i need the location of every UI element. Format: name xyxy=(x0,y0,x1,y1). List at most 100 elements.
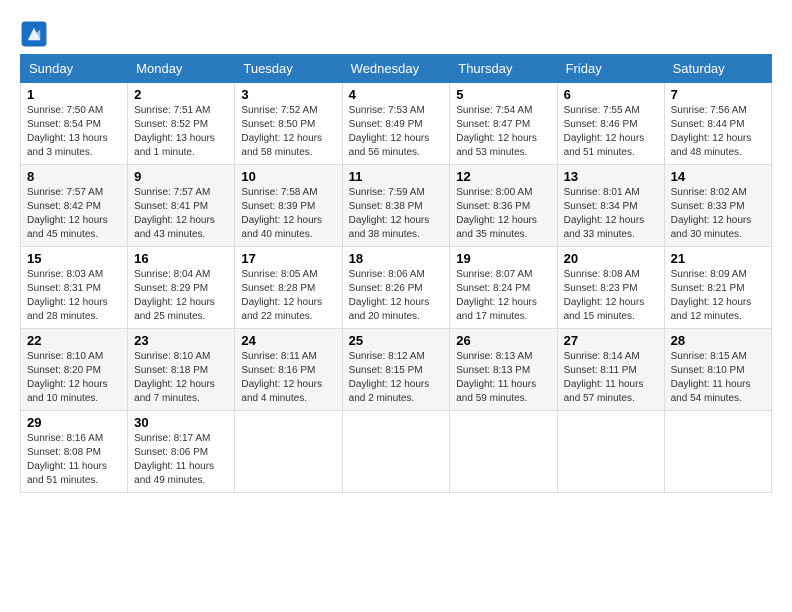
calendar-body: 1 Sunrise: 7:50 AMSunset: 8:54 PMDaylight… xyxy=(21,83,772,493)
day-number: 29 xyxy=(27,415,121,430)
day-cell: 16 Sunrise: 8:04 AMSunset: 8:29 PMDayligh… xyxy=(128,247,235,329)
day-number: 21 xyxy=(671,251,765,266)
weekday-header: Monday xyxy=(128,55,235,83)
day-detail: Sunrise: 7:51 AMSunset: 8:52 PMDaylight:… xyxy=(134,105,215,158)
day-detail: Sunrise: 8:02 AMSunset: 8:33 PMDaylight:… xyxy=(671,187,752,240)
day-cell: 28 Sunrise: 8:15 AMSunset: 8:10 PMDayligh… xyxy=(664,329,771,411)
day-detail: Sunrise: 7:59 AMSunset: 8:38 PMDaylight:… xyxy=(349,187,430,240)
day-cell: 24 Sunrise: 8:11 AMSunset: 8:16 PMDayligh… xyxy=(235,329,342,411)
day-detail: Sunrise: 8:12 AMSunset: 8:15 PMDaylight:… xyxy=(349,351,430,404)
day-detail: Sunrise: 8:04 AMSunset: 8:29 PMDaylight:… xyxy=(134,269,215,322)
day-number: 5 xyxy=(456,87,550,102)
day-number: 6 xyxy=(564,87,658,102)
day-detail: Sunrise: 7:55 AMSunset: 8:46 PMDaylight:… xyxy=(564,105,645,158)
day-detail: Sunrise: 7:53 AMSunset: 8:49 PMDaylight:… xyxy=(349,105,430,158)
day-cell: 7 Sunrise: 7:56 AMSunset: 8:44 PMDaylight… xyxy=(664,83,771,165)
day-cell: 12Sunrise: 8:00 AMSunset: 8:36 PMDayligh… xyxy=(450,165,557,247)
logo-icon xyxy=(20,20,48,48)
weekday-header: Tuesday xyxy=(235,55,342,83)
day-detail: Sunrise: 8:13 AMSunset: 8:13 PMDaylight:… xyxy=(456,351,536,404)
day-cell: 1 Sunrise: 7:50 AMSunset: 8:54 PMDaylight… xyxy=(21,83,128,165)
day-detail: Sunrise: 8:10 AMSunset: 8:20 PMDaylight:… xyxy=(27,351,108,404)
day-detail: Sunrise: 8:01 AMSunset: 8:34 PMDaylight:… xyxy=(564,187,645,240)
day-number: 15 xyxy=(27,251,121,266)
empty-day-cell xyxy=(664,411,771,493)
day-detail: Sunrise: 7:52 AMSunset: 8:50 PMDaylight:… xyxy=(241,105,322,158)
weekday-header: Friday xyxy=(557,55,664,83)
day-cell: 30 Sunrise: 8:17 AMSunset: 8:06 PMDayligh… xyxy=(128,411,235,493)
calendar-week-row: 15 Sunrise: 8:03 AMSunset: 8:31 PMDayligh… xyxy=(21,247,772,329)
day-number: 28 xyxy=(671,333,765,348)
day-number: 1 xyxy=(27,87,121,102)
day-cell: 6 Sunrise: 7:55 AMSunset: 8:46 PMDaylight… xyxy=(557,83,664,165)
day-detail: Sunrise: 7:54 AMSunset: 8:47 PMDaylight:… xyxy=(456,105,537,158)
calendar-week-row: 1 Sunrise: 7:50 AMSunset: 8:54 PMDaylight… xyxy=(21,83,772,165)
day-detail: Sunrise: 8:08 AMSunset: 8:23 PMDaylight:… xyxy=(564,269,645,322)
day-cell: 18 Sunrise: 8:06 AMSunset: 8:26 PMDayligh… xyxy=(342,247,450,329)
day-number: 26 xyxy=(456,333,550,348)
day-cell: 2 Sunrise: 7:51 AMSunset: 8:52 PMDaylight… xyxy=(128,83,235,165)
day-number: 4 xyxy=(349,87,444,102)
empty-day-cell xyxy=(557,411,664,493)
day-cell: 20 Sunrise: 8:08 AMSunset: 8:23 PMDayligh… xyxy=(557,247,664,329)
day-number: 9 xyxy=(134,169,228,184)
day-detail: Sunrise: 8:07 AMSunset: 8:24 PMDaylight:… xyxy=(456,269,537,322)
weekday-header: Saturday xyxy=(664,55,771,83)
day-cell: 10 Sunrise: 7:58 AMSunset: 8:39 PMDayligh… xyxy=(235,165,342,247)
day-number: 22 xyxy=(27,333,121,348)
day-number: 17 xyxy=(241,251,335,266)
day-number: 10 xyxy=(241,169,335,184)
day-cell: 21 Sunrise: 8:09 AMSunset: 8:21 PMDayligh… xyxy=(664,247,771,329)
day-number: 2 xyxy=(134,87,228,102)
day-detail: Sunrise: 8:05 AMSunset: 8:28 PMDaylight:… xyxy=(241,269,322,322)
day-number: 23 xyxy=(134,333,228,348)
day-detail: Sunrise: 8:11 AMSunset: 8:16 PMDaylight:… xyxy=(241,351,322,404)
day-number: 16 xyxy=(134,251,228,266)
weekday-header: Wednesday xyxy=(342,55,450,83)
empty-day-cell xyxy=(342,411,450,493)
day-number: 19 xyxy=(456,251,550,266)
day-cell: 23 Sunrise: 8:10 AMSunset: 8:18 PMDayligh… xyxy=(128,329,235,411)
day-cell: 14 Sunrise: 8:02 AMSunset: 8:33 PMDayligh… xyxy=(664,165,771,247)
day-number: 27 xyxy=(564,333,658,348)
day-number: 25 xyxy=(349,333,444,348)
day-detail: Sunrise: 7:57 AMSunset: 8:42 PMDaylight:… xyxy=(27,187,108,240)
day-cell: 15 Sunrise: 8:03 AMSunset: 8:31 PMDayligh… xyxy=(21,247,128,329)
day-number: 7 xyxy=(671,87,765,102)
day-cell: 8 Sunrise: 7:57 AMSunset: 8:42 PMDaylight… xyxy=(21,165,128,247)
weekday-header: Sunday xyxy=(21,55,128,83)
calendar-week-row: 29 Sunrise: 8:16 AMSunset: 8:08 PMDayligh… xyxy=(21,411,772,493)
day-cell: 9 Sunrise: 7:57 AMSunset: 8:41 PMDaylight… xyxy=(128,165,235,247)
day-detail: Sunrise: 7:58 AMSunset: 8:39 PMDaylight:… xyxy=(241,187,322,240)
weekday-header: Thursday xyxy=(450,55,557,83)
day-detail: Sunrise: 8:17 AMSunset: 8:06 PMDaylight:… xyxy=(134,433,214,486)
day-cell: 4 Sunrise: 7:53 AMSunset: 8:49 PMDaylight… xyxy=(342,83,450,165)
day-cell: 26 Sunrise: 8:13 AMSunset: 8:13 PMDayligh… xyxy=(450,329,557,411)
day-number: 8 xyxy=(27,169,121,184)
day-detail: Sunrise: 8:03 AMSunset: 8:31 PMDaylight:… xyxy=(27,269,108,322)
day-number: 11 xyxy=(349,169,444,184)
day-cell: 29 Sunrise: 8:16 AMSunset: 8:08 PMDayligh… xyxy=(21,411,128,493)
day-cell: 19 Sunrise: 8:07 AMSunset: 8:24 PMDayligh… xyxy=(450,247,557,329)
day-detail: Sunrise: 7:56 AMSunset: 8:44 PMDaylight:… xyxy=(671,105,752,158)
day-cell: 17 Sunrise: 8:05 AMSunset: 8:28 PMDayligh… xyxy=(235,247,342,329)
day-cell: 25 Sunrise: 8:12 AMSunset: 8:15 PMDayligh… xyxy=(342,329,450,411)
day-number: 18 xyxy=(349,251,444,266)
day-detail: Sunrise: 7:50 AMSunset: 8:54 PMDaylight:… xyxy=(27,105,108,158)
day-detail: Sunrise: 8:06 AMSunset: 8:26 PMDaylight:… xyxy=(349,269,430,322)
empty-day-cell xyxy=(450,411,557,493)
empty-day-cell xyxy=(235,411,342,493)
day-detail: Sunrise: 7:57 AMSunset: 8:41 PMDaylight:… xyxy=(134,187,215,240)
day-number: 14 xyxy=(671,169,765,184)
calendar-week-row: 8 Sunrise: 7:57 AMSunset: 8:42 PMDaylight… xyxy=(21,165,772,247)
day-number: 24 xyxy=(241,333,335,348)
day-detail: Sunrise: 8:15 AMSunset: 8:10 PMDaylight:… xyxy=(671,351,751,404)
day-number: 20 xyxy=(564,251,658,266)
day-cell: 5 Sunrise: 7:54 AMSunset: 8:47 PMDaylight… xyxy=(450,83,557,165)
day-detail: Sunrise: 8:16 AMSunset: 8:08 PMDaylight:… xyxy=(27,433,107,486)
day-detail: Sunrise: 8:14 AMSunset: 8:11 PMDaylight:… xyxy=(564,351,644,404)
day-detail: Sunrise: 8:09 AMSunset: 8:21 PMDaylight:… xyxy=(671,269,752,322)
day-cell: 3Sunrise: 7:52 AMSunset: 8:50 PMDaylight… xyxy=(235,83,342,165)
day-number: 30 xyxy=(134,415,228,430)
day-detail: Sunrise: 8:10 AMSunset: 8:18 PMDaylight:… xyxy=(134,351,215,404)
